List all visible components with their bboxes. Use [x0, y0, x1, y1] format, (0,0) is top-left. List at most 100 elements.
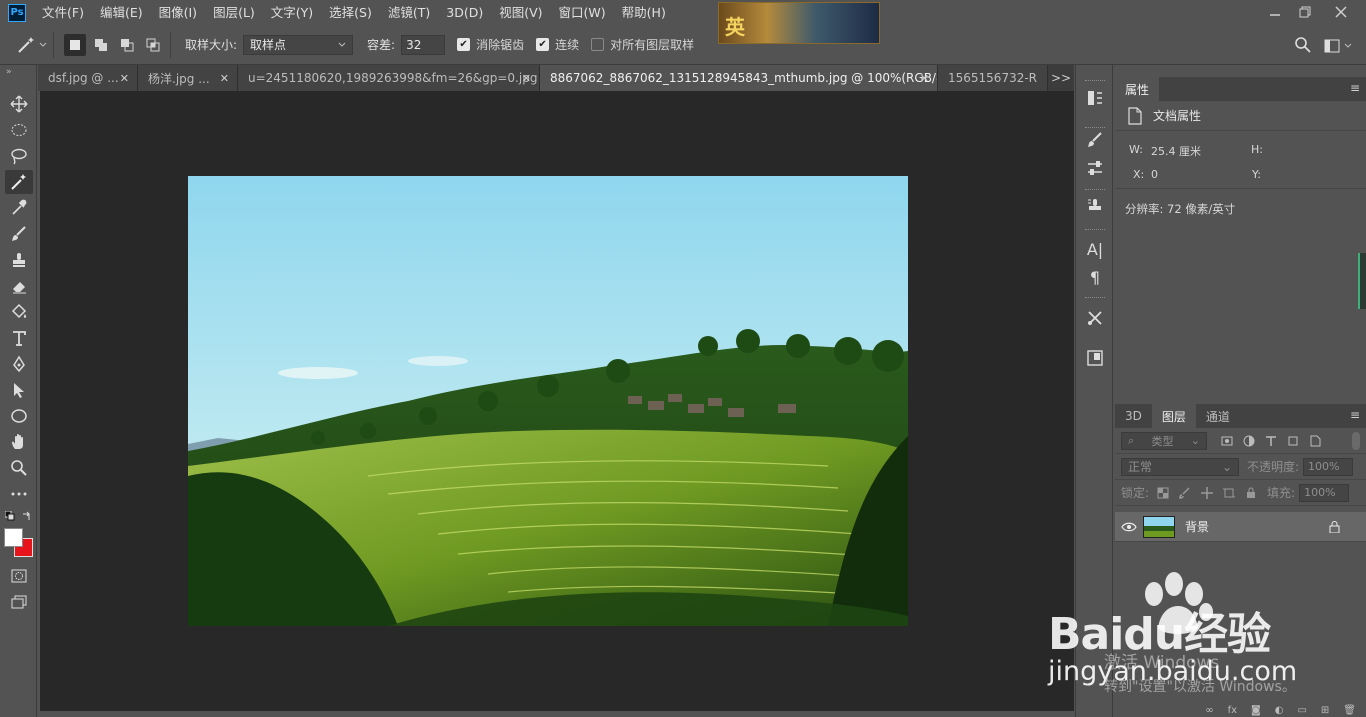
tab-dsf[interactable]: dsf.jpg @ ... ✕	[38, 65, 138, 91]
menu-filter[interactable]: 滤镜(T)	[380, 0, 438, 25]
workspace-button[interactable]	[1324, 36, 1358, 56]
menu-type[interactable]: 文字(Y)	[263, 0, 321, 25]
panel-menu-icon[interactable]: ≡	[1350, 81, 1360, 95]
all-layers-checkbox[interactable]	[591, 38, 605, 51]
menu-file[interactable]: 文件(F)	[34, 0, 92, 25]
filter-toggle[interactable]	[1352, 431, 1360, 450]
intersect-selection-button[interactable]	[142, 34, 164, 56]
tab-properties[interactable]: 属性	[1115, 77, 1160, 101]
clone-stamp-tool[interactable]	[5, 248, 33, 272]
history-panel-button[interactable]	[1084, 87, 1106, 109]
brush-tool[interactable]	[5, 222, 33, 246]
layer-row-background[interactable]: 背景	[1115, 512, 1366, 542]
menu-image[interactable]: 图像(I)	[151, 0, 205, 25]
panel-grip[interactable]	[1085, 80, 1105, 83]
tab-1565156732[interactable]: 1565156732-R	[938, 65, 1048, 91]
clone-source-button[interactable]	[1084, 195, 1106, 217]
hand-tool[interactable]	[5, 430, 33, 454]
opacity-input[interactable]: 100%	[1303, 457, 1354, 476]
layer-filter-select[interactable]: ⌕ 类型 ⌄	[1121, 431, 1207, 450]
blend-mode-select[interactable]: 正常 ⌄	[1121, 457, 1239, 476]
close-tab-icon[interactable]: ✕	[522, 72, 531, 85]
subtract-selection-button[interactable]	[116, 34, 138, 56]
close-tab-icon[interactable]: ✕	[920, 72, 929, 85]
tab-yangyang[interactable]: 杨洋.jpg ... ✕	[138, 65, 238, 91]
paragraph-panel-button[interactable]: ¶	[1084, 266, 1106, 288]
lasso-tool[interactable]	[5, 144, 33, 168]
zoom-tool[interactable]	[5, 456, 33, 480]
close-button[interactable]	[1326, 2, 1356, 22]
quick-mask-button[interactable]	[5, 564, 33, 588]
panel-grip[interactable]	[1085, 189, 1105, 192]
menu-window[interactable]: 窗口(W)	[551, 0, 614, 25]
filter-adjustment-icon[interactable]	[1243, 435, 1255, 447]
default-colors-icon[interactable]	[5, 511, 15, 521]
tab-3d[interactable]: 3D	[1115, 404, 1152, 428]
lock-pixels-icon[interactable]	[1179, 486, 1191, 499]
layer-visibility-toggle[interactable]	[1115, 522, 1143, 532]
new-selection-button[interactable]	[64, 33, 86, 56]
chevron-down-icon	[338, 42, 346, 47]
foreground-color-swatch[interactable]	[4, 528, 23, 547]
layer-name[interactable]: 背景	[1185, 518, 1209, 535]
lock-icons	[1157, 486, 1257, 499]
brush-panel-button[interactable]	[1084, 129, 1106, 151]
type-tool[interactable]	[5, 326, 33, 350]
character-panel-button[interactable]: A|	[1084, 238, 1106, 260]
navigator-panel-button[interactable]	[1084, 347, 1106, 369]
width-label: W:	[1129, 143, 1143, 156]
path-selection-tool[interactable]	[5, 378, 33, 402]
more-tools[interactable]	[5, 482, 33, 506]
minimize-button[interactable]	[1260, 2, 1290, 22]
contiguous-checkbox[interactable]: ✔	[536, 38, 550, 51]
filter-smart-object-icon[interactable]	[1309, 435, 1321, 447]
tab-layers[interactable]: 图层	[1151, 404, 1196, 428]
menu-layer[interactable]: 图层(L)	[205, 0, 263, 25]
add-selection-button[interactable]	[90, 34, 112, 56]
move-tool[interactable]	[5, 92, 33, 116]
filter-type-icon[interactable]	[1265, 435, 1277, 447]
search-button[interactable]	[1294, 36, 1314, 56]
lock-position-icon[interactable]	[1201, 486, 1214, 499]
pen-tool[interactable]	[5, 352, 33, 376]
eyedropper-tool[interactable]	[5, 196, 33, 220]
swap-colors-icon[interactable]	[22, 511, 32, 521]
lock-transparent-icon[interactable]	[1157, 487, 1169, 499]
menu-help[interactable]: 帮助(H)	[614, 0, 674, 25]
antialias-checkbox[interactable]: ✔	[457, 38, 471, 51]
collapse-toolbar-icon[interactable]: »	[6, 67, 12, 77]
lock-artboard-icon[interactable]	[1223, 487, 1236, 499]
tab-overflow-button[interactable]: >>	[1048, 65, 1074, 91]
close-tab-icon[interactable]: ✕	[220, 72, 229, 85]
magic-wand-preset-icon[interactable]	[16, 35, 47, 55]
sample-size-select[interactable]: 取样点	[243, 34, 354, 55]
tolerance-input[interactable]: 32	[401, 34, 446, 55]
panel-grip[interactable]	[1085, 229, 1105, 232]
filter-pixel-icon[interactable]	[1221, 435, 1233, 447]
tab-channels[interactable]: 通道	[1196, 404, 1240, 428]
shape-tool[interactable]	[5, 404, 33, 428]
menu-3d[interactable]: 3D(D)	[438, 0, 491, 25]
marquee-tool[interactable]	[5, 118, 33, 142]
menu-view[interactable]: 视图(V)	[491, 0, 550, 25]
screen-mode-button[interactable]	[5, 590, 33, 614]
close-tab-icon[interactable]: ✕	[120, 72, 129, 85]
panel-grip[interactable]	[1085, 297, 1105, 300]
elliptical-marquee-icon	[11, 124, 27, 136]
menu-select[interactable]: 选择(S)	[321, 0, 380, 25]
panel-menu-icon[interactable]: ≡	[1350, 408, 1360, 422]
menu-edit[interactable]: 编辑(E)	[92, 0, 151, 25]
magic-wand-tool[interactable]	[5, 170, 33, 194]
lock-all-icon[interactable]	[1245, 487, 1257, 499]
tab-u2451180620[interactable]: u=2451180620,1989263998&fm=26&gp=0.jpg ✕	[238, 65, 540, 91]
restore-button[interactable]	[1290, 2, 1320, 22]
filter-shape-icon[interactable]	[1287, 435, 1299, 447]
eraser-tool[interactable]	[5, 274, 33, 298]
paint-bucket-tool[interactable]	[5, 300, 33, 324]
tool-presets-button[interactable]	[1084, 307, 1106, 329]
panel-scrollbar[interactable]	[1358, 253, 1366, 309]
tab-8867062-active[interactable]: 8867062_8867062_1315128945843_mthumb.jpg…	[540, 65, 938, 91]
brush-presets-button[interactable]	[1084, 157, 1106, 179]
fill-input[interactable]: 100%	[1299, 483, 1350, 502]
tab-label: 杨洋.jpg ...	[148, 71, 210, 86]
